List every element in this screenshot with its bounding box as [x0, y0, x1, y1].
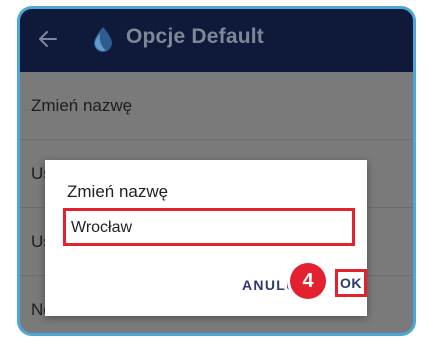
dialog-title: Zmień nazwę: [67, 182, 169, 201]
list-item-label: Zmień nazwę: [31, 96, 133, 115]
arrow-left-icon[interactable]: [38, 29, 58, 49]
step-badge: 4: [290, 263, 326, 299]
ok-button[interactable]: OK: [335, 269, 367, 297]
list-item[interactable]: Zmień nazwę: [20, 72, 413, 140]
page-title: Opcje Default: [126, 25, 264, 48]
app-bar: Opcje Default: [20, 9, 413, 72]
name-input[interactable]: Wrocław: [63, 208, 355, 246]
name-input-value: Wrocław: [71, 219, 133, 236]
rename-dialog: Zmień nazwę Wrocław ANULUJ 4 OK: [45, 160, 367, 316]
water-drop-icon: [94, 27, 112, 52]
